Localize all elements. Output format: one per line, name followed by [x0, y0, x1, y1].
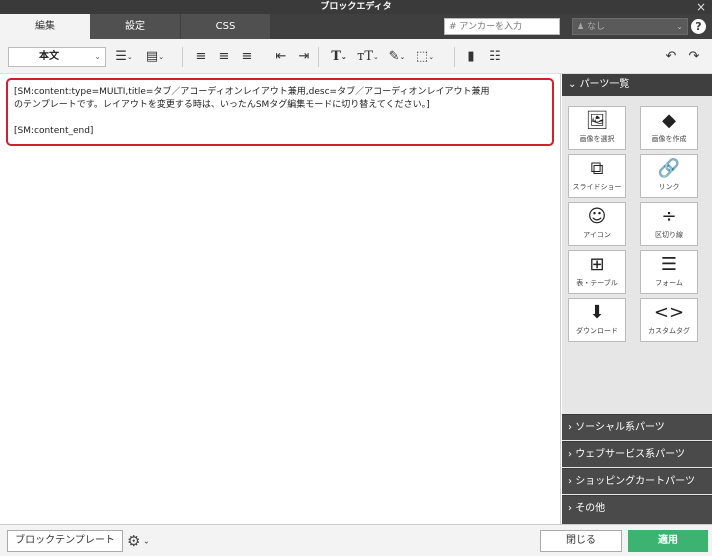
table-icon: ⊞	[589, 254, 605, 275]
part-custom-tag[interactable]: <> カスタムタグ	[640, 298, 698, 342]
paragraph-style-value: 本文	[39, 51, 59, 62]
download-icon: ⬇	[589, 302, 605, 323]
part-create-image[interactable]: ◆ 画像を作成	[640, 106, 698, 150]
chevron-down-icon: ⌄	[94, 52, 101, 61]
title-bar: ブロックエディタ ×	[0, 0, 712, 14]
anchor-select[interactable]: ♟ なし ⌄	[572, 18, 688, 35]
image-icon: 🖼	[585, 110, 609, 131]
clear-format-icon[interactable]: ☷	[486, 48, 504, 66]
anchor-input[interactable]	[444, 18, 560, 35]
paragraph-style-select[interactable]: 本文 ⌄	[8, 47, 106, 67]
close-button[interactable]: 閉じる	[540, 530, 622, 552]
part-divider[interactable]: ÷ 区切り線	[640, 202, 698, 246]
block-text-line: [SM:content_end]	[14, 126, 94, 136]
form-icon: ☰	[660, 254, 678, 275]
category-shopping-cart-parts[interactable]: › ショッピングカートパーツ	[562, 468, 712, 494]
block-text-line: [SM:content:type=MULTI,title=タブ／アコーディオンレ…	[14, 87, 490, 97]
tab-edit[interactable]: 編集	[0, 14, 90, 39]
selected-content-block[interactable]: [SM:content:type=MULTI,title=タブ／アコーディオンレ…	[6, 78, 554, 146]
outdent-icon[interactable]: ⇤	[272, 48, 290, 66]
font-size-icon[interactable]: тT⌄	[356, 48, 380, 66]
insert-block-icon[interactable]: ▮	[462, 48, 480, 66]
color-picker-icon[interactable]: ✎⌄	[386, 48, 408, 66]
align-left-icon[interactable]: ≡	[192, 48, 210, 66]
block-text-line	[14, 112, 546, 125]
tab-settings[interactable]: 設定	[90, 14, 180, 39]
redo-icon[interactable]: ↷	[686, 48, 702, 66]
part-link[interactable]: 🔗 リンク	[640, 154, 698, 198]
parts-grid: 🖼 画像を選択 ◆ 画像を作成 ⧉ スライドショー 🔗 リンク ☺ アイコン ÷	[562, 96, 712, 414]
divider-icon: ÷	[661, 206, 677, 227]
tab-css[interactable]: CSS	[181, 14, 270, 39]
apply-button[interactable]: 適用	[628, 530, 708, 552]
format-toolbar: 本文 ⌄ ☰⌄ ▤⌄ ≡ ≡ ≡ ⇤ ⇥ T⌄ тT⌄ ✎⌄ ⬚⌄ ▮ ☷ ↶ …	[0, 39, 712, 74]
part-select-image[interactable]: 🖼 画像を選択	[568, 106, 626, 150]
category-web-service-parts[interactable]: › ウェブサービス系パーツ	[562, 441, 712, 467]
chevron-down-icon: ⌄	[676, 22, 683, 31]
editor-area[interactable]: [SM:content:type=MULTI,title=タブ／アコーディオンレ…	[0, 74, 561, 524]
smiley-icon: ☺	[587, 206, 607, 227]
window-title: ブロックエディタ	[320, 2, 392, 12]
align-right-icon[interactable]: ≡	[238, 48, 256, 66]
close-icon[interactable]: ×	[694, 0, 708, 14]
indent-icon[interactable]: ⇥	[295, 48, 313, 66]
parts-sidebar: ⌄ パーツ一覧 🖼 画像を選択 ◆ 画像を作成 ⧉ スライドショー 🔗 リンク …	[562, 74, 712, 524]
code-icon: <>	[653, 302, 685, 323]
part-download[interactable]: ⬇ ダウンロード	[568, 298, 626, 342]
tab-bar: 編集 設定 CSS ♟ なし ⌄ ?	[0, 14, 712, 39]
link-icon: 🔗	[657, 158, 681, 179]
toolbar-divider	[454, 47, 455, 67]
block-text-line: のテンプレートです。レイアウトを変更する時は、いったんSMタグ編集モードに切り替…	[14, 100, 430, 110]
parts-panel-title: パーツ一覧	[579, 79, 630, 90]
bullet-list-icon[interactable]: ☰⌄	[112, 48, 136, 66]
part-form[interactable]: ☰ フォーム	[640, 250, 698, 294]
align-center-icon[interactable]: ≡	[215, 48, 233, 66]
text-box-icon[interactable]: ⬚⌄	[414, 48, 436, 66]
toolbar-divider	[182, 47, 183, 67]
person-icon: ♟	[577, 22, 585, 31]
footer-bar: ブロックテンプレート ⚙ ⌄ 閉じる 適用	[0, 524, 712, 556]
anchor-select-value: なし	[587, 22, 606, 32]
undo-icon[interactable]: ↶	[663, 48, 679, 66]
gear-icon[interactable]: ⚙ ⌄	[127, 530, 150, 552]
font-style-icon[interactable]: T⌄	[328, 48, 350, 66]
part-icon[interactable]: ☺ アイコン	[568, 202, 626, 246]
help-icon[interactable]: ?	[691, 19, 706, 34]
block-editor-window: ブロックエディタ × 編集 設定 CSS ♟ なし ⌄ ? 本文 ⌄ ☰⌄ ▤⌄…	[0, 0, 712, 556]
toolbar-divider	[318, 47, 319, 67]
part-slideshow[interactable]: ⧉ スライドショー	[568, 154, 626, 198]
category-other[interactable]: › その他	[562, 495, 712, 524]
parts-panel-header[interactable]: ⌄ パーツ一覧	[562, 74, 712, 96]
part-table[interactable]: ⊞ 表・テーブル	[568, 250, 626, 294]
chevron-down-icon: ⌄	[568, 79, 580, 90]
block-format-icon[interactable]: ▤⌄	[142, 48, 168, 66]
block-template-button[interactable]: ブロックテンプレート	[7, 530, 123, 552]
slideshow-icon: ⧉	[590, 158, 604, 179]
category-social-parts[interactable]: › ソーシャル系パーツ	[562, 414, 712, 440]
shapes-icon: ◆	[662, 110, 676, 131]
